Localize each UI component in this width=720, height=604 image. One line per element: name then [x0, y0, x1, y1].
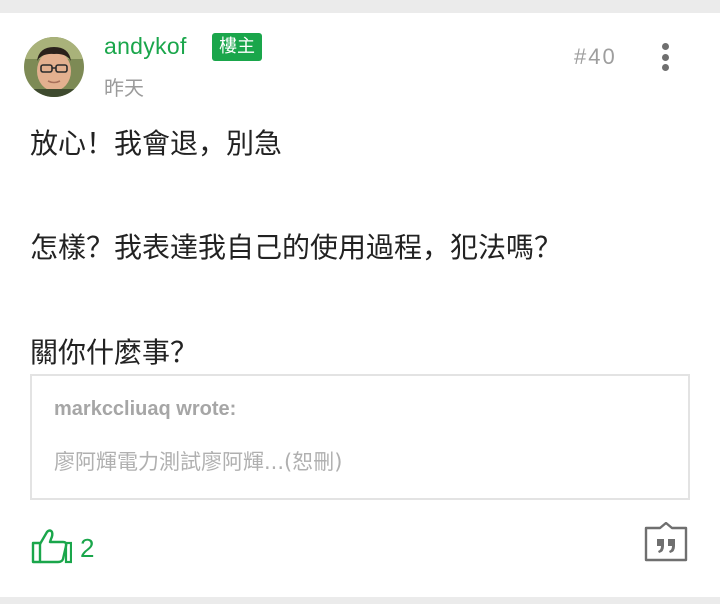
- quoted-reply[interactable]: markccliuaq wrote: 廖阿輝電力測試廖阿輝...(恕刪): [30, 374, 690, 500]
- quote-author: markccliuaq wrote:: [54, 398, 237, 420]
- avatar[interactable]: [24, 37, 84, 97]
- post-body-line-3: 關你什麼事？: [30, 336, 199, 369]
- bottom-divider: [0, 597, 720, 604]
- post-body-line-1: 放心！我會退，別急: [30, 127, 283, 160]
- more-vertical-icon: [661, 43, 669, 71]
- like-button[interactable]: 2: [30, 528, 94, 568]
- post-body-line-2: 怎樣？我表達我自己的使用過程，犯法嗎？: [30, 231, 563, 264]
- more-options-button[interactable]: [652, 40, 678, 74]
- floor-number: #40: [574, 44, 617, 69]
- quote-reply-icon: [644, 521, 688, 566]
- quote-reply-button[interactable]: [644, 521, 688, 562]
- author-name[interactable]: andykof: [104, 33, 187, 60]
- op-badge: 樓主: [212, 33, 262, 61]
- quote-text: 廖阿輝電力測試廖阿輝...(恕刪): [54, 450, 343, 474]
- post-time: 昨天: [104, 76, 144, 100]
- top-divider: [0, 0, 720, 13]
- thumbs-up-icon: [30, 528, 73, 568]
- like-count: 2: [80, 532, 95, 563]
